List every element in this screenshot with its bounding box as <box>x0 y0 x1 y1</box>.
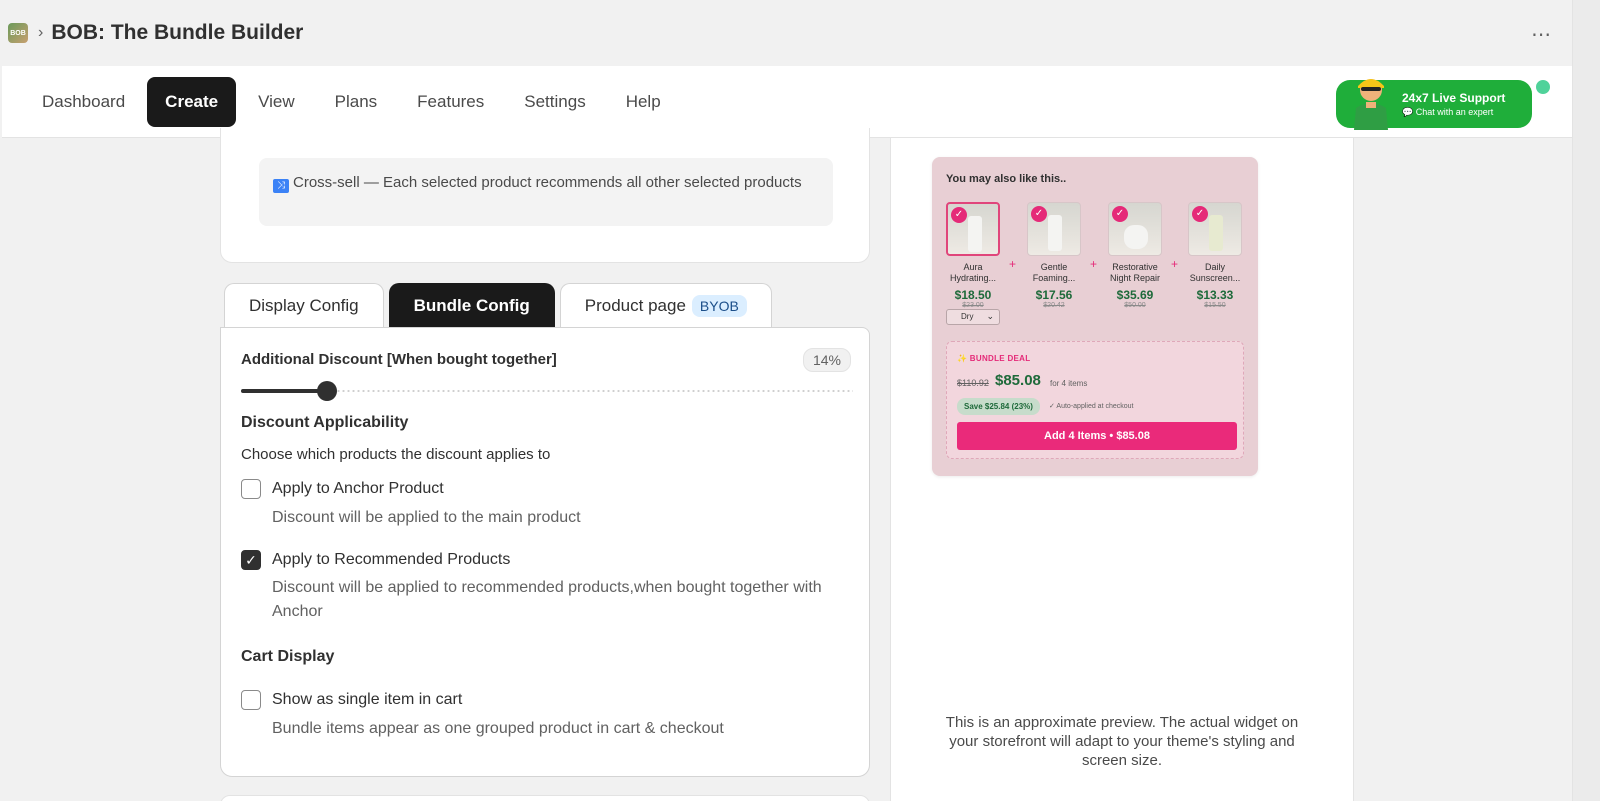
applicability-desc: Choose which products the discount appli… <box>241 446 551 463</box>
nav-features[interactable]: Features <box>399 77 502 127</box>
config-tabs: Display Config Bundle Config Product pag… <box>224 283 777 327</box>
applicability-heading: Discount Applicability <box>241 414 409 431</box>
product-image: ✓ <box>1027 202 1081 256</box>
product-name: Daily Sunscreen... <box>1189 262 1241 283</box>
plus-icon: + <box>1009 257 1017 271</box>
support-agent-icon <box>1354 79 1388 130</box>
next-section-card <box>220 795 870 801</box>
nav-help[interactable]: Help <box>608 77 679 127</box>
crosssell-text: Cross-sell — Each selected product recom… <box>293 174 802 191</box>
product-old-price: $23.00 <box>962 302 984 309</box>
support-title: 24x7 Live Support <box>1402 90 1506 105</box>
bundle-deal-tag: ✨ BUNDLE DEAL <box>957 354 1031 363</box>
more-actions-icon[interactable]: ⋯ <box>1531 22 1552 47</box>
product-image: ✓ <box>946 202 1000 256</box>
anchor-checkbox[interactable] <box>241 479 261 499</box>
app-logo: BOB <box>8 23 28 43</box>
byob-badge: BYOB <box>691 294 747 317</box>
check-icon: ✓ <box>1112 206 1128 222</box>
check-icon: ✓ <box>951 207 967 223</box>
single-item-option[interactable]: Show as single item in cart <box>241 690 462 710</box>
preview-product-2[interactable]: ✓ Gentle Foaming... $17.56 $20.42 <box>1025 202 1083 309</box>
recommended-label: Apply to Recommended Products <box>272 551 511 568</box>
chevron-down-icon: ⌄ <box>986 311 994 321</box>
product-price: $13.33 <box>1196 288 1234 302</box>
crosssell-info: ⤨ Cross-sell — Each selected product reco… <box>259 158 833 226</box>
product-old-price: $20.42 <box>1043 302 1065 309</box>
preview-disclaimer: This is an approximate preview. The actu… <box>945 714 1299 769</box>
variant-select[interactable]: Dry ⌄ <box>946 309 1000 325</box>
preview-product-1[interactable]: ✓ Aura Hydrating... $18.50 $23.00 <box>944 202 1002 309</box>
widget-preview-panel: You may also like this.. ✓ Aura Hydrating… <box>890 138 1354 801</box>
product-price: $35.69 <box>1116 288 1154 302</box>
preview-product-3[interactable]: ✓ Restorative Night Repair $35.69 $50.00 <box>1106 202 1164 309</box>
nav-plans[interactable]: Plans <box>317 77 396 127</box>
bundle-widget-preview: You may also like this.. ✓ Aura Hydrating… <box>932 157 1258 476</box>
nav-dashboard[interactable]: Dashboard <box>24 77 143 127</box>
product-price: $17.56 <box>1035 288 1073 302</box>
nav-create[interactable]: Create <box>147 76 237 127</box>
slider-fill <box>241 389 327 393</box>
bundle-deal-box: ✨ BUNDLE DEAL $110.92 $85.08 for 4 items… <box>946 341 1244 459</box>
discount-value-badge: 14% <box>802 348 851 372</box>
tab-product-page[interactable]: Product page BYOB <box>559 283 772 327</box>
product-image: ✓ <box>1108 202 1162 256</box>
product-old-price: $50.00 <box>1124 302 1146 309</box>
deal-old-total: $110.92 <box>957 378 989 388</box>
shuffle-icon: ⤨ <box>273 179 289 193</box>
single-item-desc: Bundle items appear as one grouped produ… <box>272 720 724 737</box>
deal-savings-badge: Save $25.84 (23%) <box>957 398 1040 415</box>
add-bundle-button[interactable]: Add 4 Items • $85.08 <box>957 422 1237 450</box>
product-name: Aura Hydrating... <box>949 262 997 283</box>
anchor-label: Apply to Anchor Product <box>272 480 444 497</box>
tab-display-config[interactable]: Display Config <box>224 283 384 327</box>
product-image: ✓ <box>1188 202 1242 256</box>
live-support-button[interactable]: 24x7 Live Support 💬 Chat with an expert <box>1336 79 1532 130</box>
bundle-type-card: ⤨ Cross-sell — Each selected product reco… <box>220 128 870 263</box>
app-header: BOB › BOB: The Bundle Builder ⋯ <box>0 0 1572 66</box>
nav-view[interactable]: View <box>240 77 313 127</box>
check-icon: ✓ <box>1031 206 1047 222</box>
product-price: $18.50 <box>954 288 992 302</box>
chat-icon: 💬 <box>1402 106 1416 117</box>
product-name: Gentle Foaming... <box>1032 262 1076 283</box>
page-title: BOB: The Bundle Builder <box>51 21 304 44</box>
recommended-desc: Discount will be applied to recommended … <box>272 579 822 620</box>
tab-product-page-label: Product page <box>584 295 686 315</box>
plus-icon: + <box>1171 257 1179 271</box>
tab-bundle-config[interactable]: Bundle Config <box>388 283 555 327</box>
recommended-checkbox[interactable]: ✓ <box>241 550 261 570</box>
scrollbar[interactable] <box>1572 0 1600 801</box>
auto-applied-note: ✓ Auto-applied at checkout <box>1049 403 1134 410</box>
slider-thumb[interactable] <box>317 381 337 401</box>
deal-item-count: for 4 items <box>1050 379 1088 388</box>
anchor-option[interactable]: Apply to Anchor Product <box>241 479 444 499</box>
online-status-dot <box>1534 78 1552 96</box>
check-icon: ✓ <box>1192 206 1208 222</box>
recommended-option[interactable]: ✓ Apply to Recommended Products <box>241 550 510 570</box>
bundle-config-panel: Additional Discount [When bought togethe… <box>220 327 870 777</box>
single-item-checkbox[interactable] <box>241 690 261 710</box>
plus-icon: + <box>1090 257 1098 271</box>
preview-product-4[interactable]: ✓ Daily Sunscreen... $13.33 $15.50 <box>1186 202 1244 309</box>
product-name: Restorative Night Repair <box>1109 262 1161 283</box>
widget-title: You may also like this.. <box>946 173 1067 185</box>
discount-slider[interactable] <box>241 381 853 401</box>
cart-display-heading: Cart Display <box>241 648 335 665</box>
support-subtitle: 💬 Chat with an expert <box>1402 106 1494 117</box>
nav-settings[interactable]: Settings <box>506 77 603 127</box>
deal-new-total: $85.08 <box>995 372 1041 389</box>
discount-label: Additional Discount [When bought togethe… <box>241 351 557 368</box>
chevron-right-icon: › <box>38 24 44 41</box>
product-old-price: $15.50 <box>1204 302 1226 309</box>
single-item-label: Show as single item in cart <box>272 691 463 708</box>
anchor-desc: Discount will be applied to the main pro… <box>272 509 581 526</box>
